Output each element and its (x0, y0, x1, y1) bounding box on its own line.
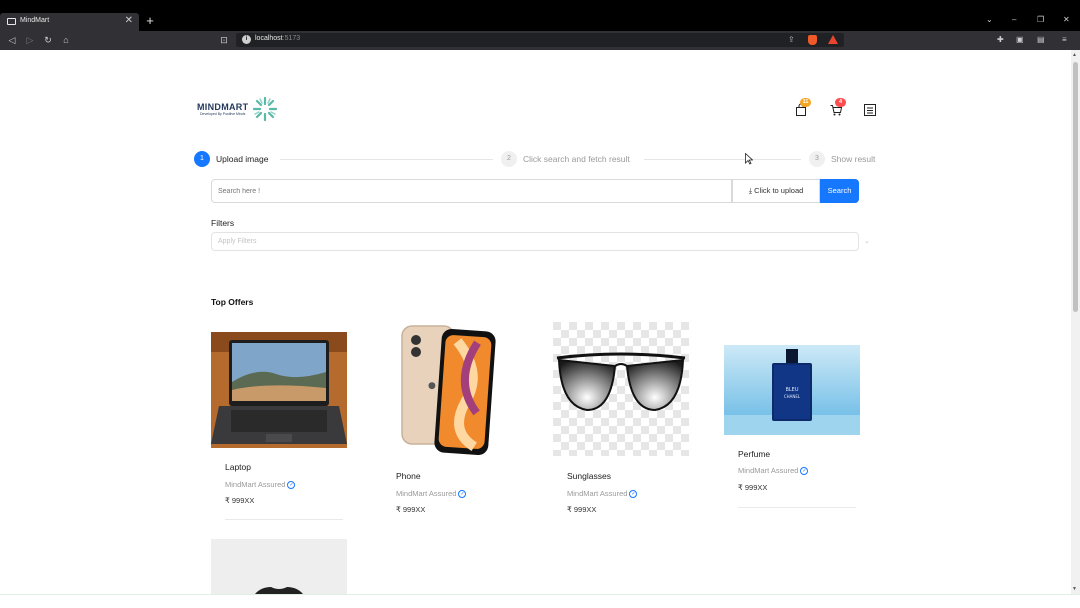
wallet-icon[interactable]: ▤ (1037, 35, 1045, 44)
card-divider (738, 507, 856, 508)
address-bar[interactable]: i localhost:5173 ⇪ (236, 33, 844, 47)
svg-text:CHANEL: CHANEL (784, 394, 801, 399)
search-group: ⤓ Click to upload Search (211, 179, 859, 203)
back-icon[interactable]: ◁ (6, 34, 18, 47)
brave-shields-icon[interactable] (808, 35, 817, 45)
brave-rewards-icon[interactable] (828, 35, 838, 44)
orders-button[interactable]: 11 (794, 98, 811, 117)
product-name[interactable]: Phone (396, 471, 421, 481)
product-price: ₹ 999XX (225, 496, 255, 505)
assured-label: MindMart Assured ✓ (225, 480, 296, 490)
sidebar-icon[interactable]: ▣ (1016, 35, 1024, 44)
product-card-sunglasses[interactable]: Sunglasses MindMart Assured ✓ ₹ 999XX (553, 320, 689, 520)
search-input[interactable] (211, 179, 732, 203)
assured-label: MindMart Assured ✓ (567, 489, 638, 499)
extensions-icon[interactable]: ✚ (997, 35, 1004, 44)
chevron-down-icon: ⌄ (864, 238, 870, 245)
filters-label: Filters (211, 218, 235, 228)
verified-check-icon: ✓ (458, 490, 467, 499)
page-scrollbar[interactable]: ▲ ▼ (1071, 50, 1080, 594)
top-offers-title: Top Offers (211, 297, 254, 307)
step-label: Click search and fetch result (523, 154, 630, 164)
share-icon[interactable]: ⇪ (788, 35, 795, 44)
tab-close-icon[interactable]: ✕ (125, 15, 133, 26)
product-name[interactable]: Perfume (738, 449, 770, 459)
product-price: ₹ 999XX (396, 505, 426, 514)
forward-icon[interactable]: ▷ (24, 34, 36, 47)
cart-button[interactable]: 4 (829, 98, 846, 117)
step-number: 2 (501, 151, 517, 167)
filters-select[interactable]: Apply Filters ⌄ (211, 232, 870, 251)
restore-window-icon[interactable]: ❐ (1037, 15, 1044, 24)
url-port: :5173 (282, 35, 301, 42)
assured-label: MindMart Assured ✓ (396, 489, 467, 499)
cart-badge: 4 (835, 98, 846, 107)
product-price: ₹ 999XX (738, 483, 768, 492)
menu-list-button[interactable] (863, 103, 877, 117)
card-divider (225, 519, 343, 520)
upload-button[interactable]: ⤓ Click to upload (732, 179, 820, 203)
verified-check-icon: ✓ (287, 481, 296, 490)
verified-check-icon: ✓ (629, 490, 638, 499)
mindmart-logo[interactable]: MINDMART Developed By Positive Minds (197, 95, 287, 123)
tab-title: MindMart (20, 17, 50, 24)
step-connector (280, 159, 493, 160)
home-icon[interactable]: ⌂ (60, 34, 72, 47)
step-number: 1 (194, 151, 210, 167)
assured-text: MindMart Assured (396, 489, 457, 498)
logo-brand-text: MINDMART (197, 102, 249, 112)
assured-text: MindMart Assured (225, 480, 286, 489)
product-card-phone[interactable]: ● Phone MindMart Assured ✓ ₹ 999XX (382, 320, 518, 520)
browser-titlebar: MindMart ✕ + ⌄ – ❐ ✕ (0, 0, 1080, 31)
apple-logo-icon: ● (428, 381, 436, 391)
step-connector (644, 159, 801, 160)
scroll-up-icon[interactable]: ▲ (1072, 52, 1077, 58)
menu-icon[interactable]: ≡ (1062, 35, 1067, 44)
bottom-strip (0, 594, 1080, 608)
url-host: localhost (255, 35, 283, 42)
orders-badge: 11 (800, 98, 811, 107)
logo-tagline: Developed By Positive Minds (200, 112, 246, 116)
svg-text:BLEU: BLEU (785, 387, 798, 393)
step-label: Upload image (216, 154, 269, 164)
list-icon (864, 104, 876, 116)
scroll-down-icon[interactable]: ▼ (1072, 586, 1077, 592)
step-label: Show result (831, 154, 876, 164)
mouse-cursor-icon (745, 153, 753, 165)
product-image-laptop (211, 332, 347, 448)
logo-burst-icon (252, 96, 278, 122)
product-card-tshirt[interactable] (211, 539, 347, 594)
product-image-sunglasses (553, 322, 689, 456)
product-name[interactable]: Laptop (225, 462, 251, 472)
minimize-window-icon[interactable]: – (1012, 15, 1016, 24)
page-favicon-icon (7, 18, 16, 25)
upload-icon: ⤓ (748, 186, 753, 195)
site-info-icon[interactable]: i (242, 35, 251, 44)
filters-placeholder: Apply Filters (218, 238, 257, 245)
url-text: localhost:5173 (255, 35, 300, 42)
product-image-tshirt (211, 539, 347, 594)
bookmark-icon[interactable]: ⊡ (218, 34, 230, 47)
new-tab-button[interactable]: + (143, 13, 157, 29)
close-window-icon[interactable]: ✕ (1063, 15, 1070, 24)
step-number: 3 (809, 151, 825, 167)
assured-text: MindMart Assured (738, 466, 799, 475)
browser-tab-mindmart[interactable]: MindMart ✕ (0, 13, 139, 31)
search-button[interactable]: Search (820, 179, 859, 203)
reload-icon[interactable]: ↻ (42, 34, 54, 47)
product-price: ₹ 999XX (567, 505, 597, 514)
product-name[interactable]: Sunglasses (567, 471, 611, 481)
product-image-perfume: BLEU CHANEL (724, 345, 860, 435)
product-card-perfume[interactable]: BLEU CHANEL Perfume MindMart Assured ✓ ₹ … (724, 343, 860, 513)
product-image-phone: ● (382, 322, 518, 456)
browser-toolbar: ◁ ▷ ↻ ⌂ ⊡ i localhost:5173 ⇪ ✚ ▣ ▤ ≡ (0, 31, 1080, 50)
tab-search-dropdown-icon[interactable]: ⌄ (986, 15, 993, 24)
upload-label: Click to upload (754, 186, 804, 195)
assured-label: MindMart Assured ✓ (738, 466, 809, 476)
assured-text: MindMart Assured (567, 489, 628, 498)
verified-check-icon: ✓ (800, 467, 809, 476)
product-card-laptop[interactable]: Laptop MindMart Assured ✓ ₹ 999XX (211, 330, 347, 525)
scrollbar-thumb[interactable] (1073, 62, 1078, 312)
